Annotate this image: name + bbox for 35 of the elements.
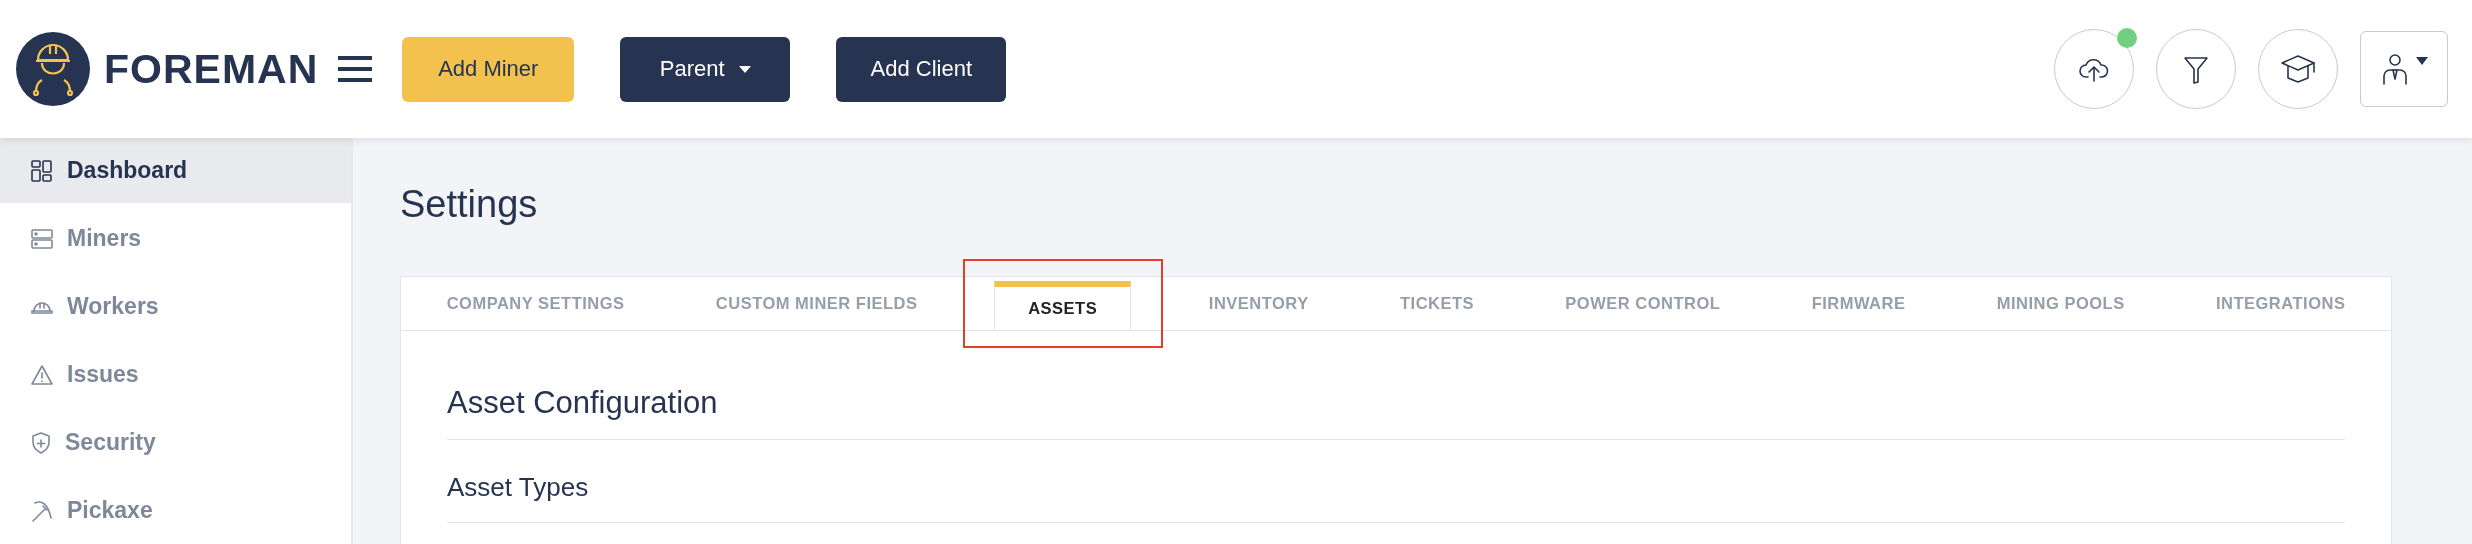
logo-text: FOREMAN: [104, 45, 319, 93]
caret-icon: [2416, 57, 2428, 65]
settings-tab[interactable]: MINING POOLS: [1951, 277, 2171, 330]
caret-icon: [738, 65, 751, 73]
user-icon: [2380, 53, 2410, 85]
logo-icon: [16, 32, 90, 106]
graduation-cap-icon: [2280, 54, 2316, 84]
page-title: Settings: [400, 182, 539, 227]
dashboard-icon: [31, 159, 53, 182]
filter-icon: [2182, 54, 2210, 84]
sidebar-item[interactable]: Issues: [0, 342, 351, 407]
shield-icon: [31, 431, 51, 454]
subsection-title: Asset Types: [447, 440, 2345, 523]
sidebar-item[interactable]: Pickaxe: [0, 478, 351, 543]
menu-icon[interactable]: [338, 55, 373, 83]
settings-tab[interactable]: INVENTORY: [1163, 277, 1355, 330]
warning-icon: [31, 364, 53, 385]
settings-tab[interactable]: CUSTOM MINER FIELDS: [670, 277, 964, 330]
settings-tab[interactable]: INTEGRATIONS: [2170, 277, 2392, 330]
sidebar-item[interactable]: Dashboard: [0, 138, 351, 203]
sidebar-item[interactable]: Miners: [0, 206, 351, 271]
pickaxe-icon: [31, 499, 53, 522]
add-client-button[interactable]: Add Client: [836, 36, 1007, 102]
server-icon: [31, 227, 53, 250]
add-miner-button[interactable]: Add Miner: [402, 36, 575, 102]
settings-tab[interactable]: FIRMWARE: [1766, 277, 1952, 330]
dropdown-button[interactable]: Parent: [620, 36, 791, 102]
sidebar-item[interactable]: Workers: [0, 274, 351, 339]
settings-tab[interactable]: ASSETS: [994, 281, 1132, 330]
settings-tab[interactable]: COMPANY SETTINGS: [401, 277, 671, 330]
user-menu-button[interactable]: [2360, 31, 2448, 107]
settings-tab[interactable]: POWER CONTROL: [1519, 277, 1766, 330]
settings-tab[interactable]: TICKETS: [1354, 277, 1520, 330]
sidebar-item[interactable]: Security: [0, 410, 351, 475]
section-title: Asset Configuration: [447, 331, 2345, 440]
